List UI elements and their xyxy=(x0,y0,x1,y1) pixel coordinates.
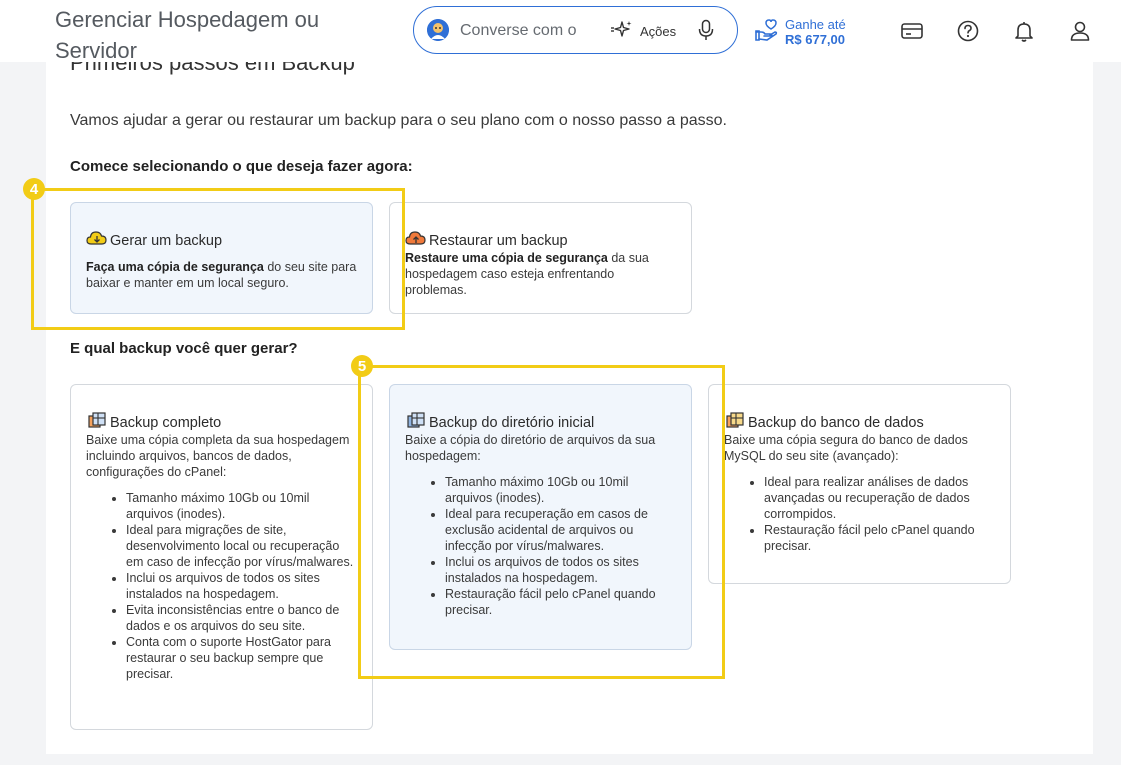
earn-label: Ganhe até xyxy=(785,17,846,32)
list-item: Evita inconsistências entre o banco de d… xyxy=(126,602,360,634)
list-item: Tamanho máximo 10Gb ou 10mil arquivos (i… xyxy=(126,490,360,522)
card-title: Backup completo xyxy=(110,414,222,431)
archive-box-icon xyxy=(86,411,108,434)
list-item: Conta com o suporte HostGator para resta… xyxy=(126,634,360,682)
card-header: Gerar um backup xyxy=(86,229,222,252)
list-item: Inclui os arquivos de todos os sites ins… xyxy=(445,554,679,586)
desc-bold: Restaure uma cópia de segurança xyxy=(405,251,608,265)
desc-bold: Faça uma cópia de segurança xyxy=(86,260,264,274)
step-badge: 5 xyxy=(351,355,373,377)
list-item: Tamanho máximo 10Gb ou 10mil arquivos (i… xyxy=(445,474,679,506)
page-title: Gerenciar Hospedagem ou Servidor xyxy=(55,7,320,63)
backup-wizard-panel: Primeiros passos em Backup Vamos ajudar … xyxy=(46,62,1093,754)
bell-icon[interactable] xyxy=(1011,18,1037,44)
card-header: Backup completo xyxy=(86,411,221,434)
intro-text: Vamos ajudar a gerar ou restaurar um bac… xyxy=(70,112,727,129)
ai-chat-search[interactable]: Ações xyxy=(413,6,738,54)
card-title: Backup do diretório inicial xyxy=(429,414,595,431)
list-item: Ideal para migrações de site, desenvolvi… xyxy=(126,522,360,570)
option-home-directory-backup[interactable]: Backup do diretório inicial Baixe a cópi… xyxy=(389,384,692,650)
card-title: Gerar um backup xyxy=(110,232,223,249)
card-description: Restaure uma cópia de segurança da sua h… xyxy=(405,250,679,298)
user-icon[interactable] xyxy=(1067,18,1093,44)
top-header: Gerenciar Hospedagem ou Servidor Aç xyxy=(0,0,1121,63)
card-description: Baixe uma cópia completa da sua hospedag… xyxy=(86,432,360,682)
ai-chat-input[interactable] xyxy=(460,20,592,42)
list-item: Restauração fácil pelo cPanel quando pre… xyxy=(764,522,998,554)
card-description: Faça uma cópia de segurança do seu site … xyxy=(86,259,360,291)
actions-button[interactable]: Ações xyxy=(610,19,676,43)
step2-label: E qual backup você quer gerar? xyxy=(70,340,298,357)
list-item: Ideal para realizar análises de dados av… xyxy=(764,474,998,522)
feature-list: Tamanho máximo 10Gb ou 10mil arquivos (i… xyxy=(86,490,360,682)
option-generate-backup[interactable]: Gerar um backup Faça uma cópia de segura… xyxy=(70,202,373,314)
gift-hand-icon xyxy=(753,17,779,48)
option-restore-backup[interactable]: Restaurar um backup Restaure uma cópia d… xyxy=(389,202,692,314)
option-full-backup[interactable]: Backup completo Baixe uma cópia completa… xyxy=(70,384,373,730)
step1-label: Comece selecionando o que deseja fazer a… xyxy=(70,158,413,175)
desc-text: Baixe a cópia do diretório de arquivos d… xyxy=(405,433,656,463)
cloud-upload-icon xyxy=(405,229,427,252)
desc-text: Baixe uma cópia completa da sua hospedag… xyxy=(86,433,350,479)
list-item: Inclui os arquivos de todos os sites ins… xyxy=(126,570,360,602)
archive-box-icon xyxy=(405,411,427,434)
desc-text: Baixe uma cópia segura do banco de dados… xyxy=(724,433,968,463)
earn-text: Ganhe até R$ 677,00 xyxy=(785,17,846,47)
card-header: Restaurar um backup xyxy=(405,229,568,252)
actions-label: Ações xyxy=(640,23,677,39)
card-header: Backup do diretório inicial xyxy=(405,411,594,434)
feature-list: Ideal para realizar análises de dados av… xyxy=(724,474,998,554)
list-item: Restauração fácil pelo cPanel quando pre… xyxy=(445,586,679,618)
card-title: Backup do banco de dados xyxy=(748,414,924,431)
assistant-avatar-icon xyxy=(427,19,449,41)
card-description: Baixe uma cópia segura do banco de dados… xyxy=(724,432,998,554)
feature-list: Tamanho máximo 10Gb ou 10mil arquivos (i… xyxy=(405,474,679,618)
referral-earn-link[interactable]: Ganhe até R$ 677,00 xyxy=(753,16,846,48)
archive-box-icon xyxy=(724,411,746,434)
cloud-download-icon xyxy=(86,229,108,252)
earn-amount: R$ 677,00 xyxy=(785,32,845,47)
step-badge: 4 xyxy=(23,178,45,200)
card-description: Baixe a cópia do diretório de arquivos d… xyxy=(405,432,679,618)
card-icon[interactable] xyxy=(899,18,925,44)
help-icon[interactable] xyxy=(955,18,981,44)
sparkle-icon xyxy=(610,19,634,44)
card-title: Restaurar um backup xyxy=(429,232,568,249)
microphone-icon[interactable] xyxy=(697,19,715,41)
option-database-backup[interactable]: Backup do banco de dados Baixe uma cópia… xyxy=(708,384,1011,584)
card-header: Backup do banco de dados xyxy=(724,411,924,434)
list-item: Ideal para recuperação em casos de exclu… xyxy=(445,506,679,554)
